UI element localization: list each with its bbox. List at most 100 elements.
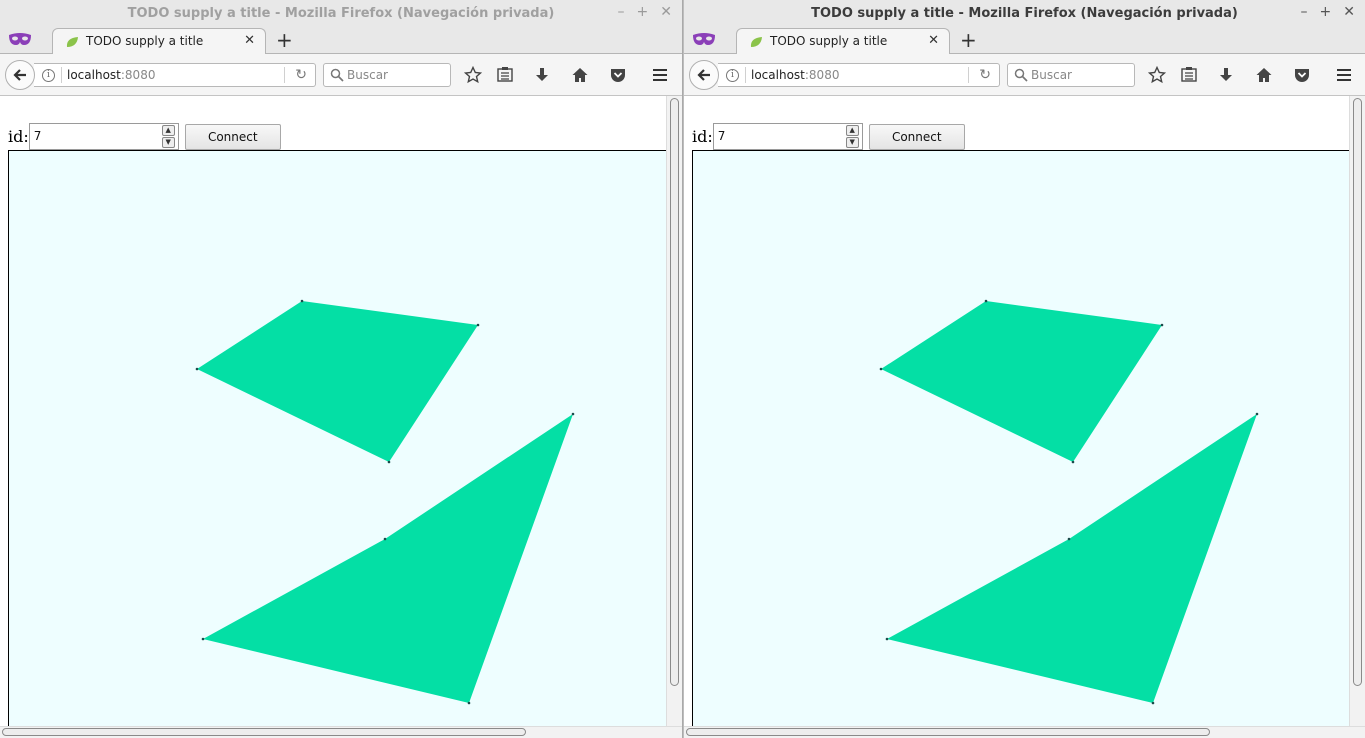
reload-separator bbox=[284, 67, 285, 83]
vertex-handle[interactable] bbox=[1255, 412, 1259, 416]
vertical-scrollbar[interactable] bbox=[666, 96, 682, 726]
close-icon[interactable]: ✕ bbox=[660, 4, 672, 20]
horizontal-scroll-thumb[interactable] bbox=[686, 728, 1210, 736]
quadrilateral-shape[interactable] bbox=[881, 301, 1162, 462]
pocket-icon[interactable] bbox=[1293, 66, 1311, 84]
id-number-input[interactable]: 7 ▲ ▼ bbox=[712, 123, 863, 150]
tab-close-icon[interactable]: ✕ bbox=[928, 33, 939, 48]
back-button[interactable] bbox=[689, 60, 719, 90]
shapes-svg bbox=[879, 299, 1259, 705]
bookmark-star-icon[interactable] bbox=[1148, 66, 1166, 84]
vertex-handle[interactable] bbox=[885, 637, 889, 641]
reload-icon[interactable]: ↻ bbox=[295, 67, 307, 83]
vertex-handle[interactable] bbox=[1160, 323, 1164, 327]
info-icon[interactable]: i bbox=[42, 69, 55, 82]
spin-down-icon[interactable]: ▼ bbox=[161, 137, 175, 148]
id-label: id: bbox=[8, 127, 29, 146]
spin-up-icon[interactable]: ▲ bbox=[845, 125, 859, 136]
connect-button[interactable]: Connect bbox=[868, 123, 965, 150]
url-bar[interactable]: i localhost:8080 ↻ bbox=[718, 63, 1000, 87]
connect-button[interactable]: Connect bbox=[184, 123, 281, 150]
url-host: localhost bbox=[751, 68, 805, 82]
drawing-canvas[interactable] bbox=[692, 150, 1352, 738]
vertical-scroll-thumb[interactable] bbox=[670, 98, 679, 686]
id-spinner: ▲ ▼ bbox=[845, 125, 859, 148]
tab-close-icon[interactable]: ✕ bbox=[244, 33, 255, 48]
search-bar[interactable]: Buscar bbox=[323, 63, 451, 87]
bookmarks-list-icon[interactable] bbox=[496, 66, 514, 84]
titlebar: TODO supply a title - Mozilla Firefox (N… bbox=[684, 0, 1365, 28]
search-placeholder: Buscar bbox=[1031, 68, 1072, 82]
tab-label: TODO supply a title bbox=[86, 34, 204, 48]
reload-separator bbox=[968, 67, 969, 83]
back-arrow-icon bbox=[697, 69, 710, 81]
vertex-handle[interactable] bbox=[383, 537, 387, 541]
url-separator bbox=[745, 67, 746, 83]
vertex-handle[interactable] bbox=[201, 637, 205, 641]
maximize-icon[interactable]: + bbox=[1320, 4, 1332, 20]
spin-up-icon[interactable]: ▲ bbox=[161, 125, 175, 136]
home-icon[interactable] bbox=[571, 66, 589, 84]
vertex-handle[interactable] bbox=[984, 299, 988, 303]
window-controls: – + ✕ bbox=[618, 4, 672, 20]
new-tab-button[interactable]: + bbox=[276, 30, 293, 50]
vertical-scroll-thumb[interactable] bbox=[1353, 98, 1362, 686]
pocket-icon[interactable] bbox=[609, 66, 627, 84]
download-icon[interactable] bbox=[533, 66, 551, 84]
back-button[interactable] bbox=[5, 60, 35, 90]
horizontal-scrollbar[interactable] bbox=[0, 726, 682, 738]
spin-down-icon[interactable]: ▼ bbox=[845, 137, 859, 148]
new-tab-button[interactable]: + bbox=[960, 30, 977, 50]
url-text: localhost:8080 bbox=[751, 68, 839, 82]
back-arrow-icon bbox=[13, 69, 26, 81]
search-icon bbox=[1014, 68, 1028, 82]
vertex-handle[interactable] bbox=[571, 412, 575, 416]
bookmark-star-icon[interactable] bbox=[464, 66, 482, 84]
browser-window-right: TODO supply a title - Mozilla Firefox (N… bbox=[683, 0, 1365, 738]
url-port: :8080 bbox=[804, 68, 840, 82]
home-icon[interactable] bbox=[1255, 66, 1273, 84]
quadrilateral-shape[interactable] bbox=[197, 301, 478, 462]
vertex-handle[interactable] bbox=[387, 460, 391, 464]
maximize-icon[interactable]: + bbox=[637, 4, 649, 20]
window-title: TODO supply a title - Mozilla Firefox (N… bbox=[811, 6, 1238, 21]
url-text: localhost:8080 bbox=[67, 68, 155, 82]
private-mask-icon bbox=[9, 33, 31, 45]
id-value: 7 bbox=[717, 129, 726, 143]
nav-bar: i localhost:8080 ↻ Buscar bbox=[0, 54, 682, 96]
window-title: TODO supply a title - Mozilla Firefox (N… bbox=[127, 6, 555, 21]
vertex-handle[interactable] bbox=[476, 323, 480, 327]
id-spinner: ▲ ▼ bbox=[161, 125, 175, 148]
menu-hamburger-icon[interactable] bbox=[1335, 66, 1353, 84]
vertex-handle[interactable] bbox=[1151, 701, 1155, 705]
vertex-handle[interactable] bbox=[195, 367, 199, 371]
vertex-handle[interactable] bbox=[1071, 460, 1075, 464]
bookmarks-list-icon[interactable] bbox=[1180, 66, 1198, 84]
drawing-canvas[interactable] bbox=[8, 150, 668, 738]
close-icon[interactable]: ✕ bbox=[1343, 4, 1355, 20]
minimize-icon[interactable]: – bbox=[1301, 4, 1308, 20]
search-bar[interactable]: Buscar bbox=[1007, 63, 1135, 87]
tab-active[interactable]: TODO supply a title ✕ bbox=[52, 28, 266, 55]
minimize-icon[interactable]: – bbox=[618, 4, 625, 20]
vertex-handle[interactable] bbox=[1067, 537, 1071, 541]
tab-bar: TODO supply a title ✕ + bbox=[0, 28, 682, 55]
url-host: localhost bbox=[67, 68, 121, 82]
search-placeholder: Buscar bbox=[347, 68, 388, 82]
reload-icon[interactable]: ↻ bbox=[979, 67, 991, 83]
vertical-scrollbar[interactable] bbox=[1349, 96, 1365, 726]
menu-hamburger-icon[interactable] bbox=[651, 66, 669, 84]
info-icon[interactable]: i bbox=[726, 69, 739, 82]
horizontal-scrollbar[interactable] bbox=[684, 726, 1365, 738]
leaf-favicon-icon bbox=[66, 37, 78, 47]
id-number-input[interactable]: 7 ▲ ▼ bbox=[28, 123, 179, 150]
vertex-handle[interactable] bbox=[467, 701, 471, 705]
url-bar[interactable]: i localhost:8080 ↻ bbox=[34, 63, 316, 87]
tab-active[interactable]: TODO supply a title ✕ bbox=[736, 28, 950, 55]
id-label: id: bbox=[692, 127, 713, 146]
horizontal-scroll-thumb[interactable] bbox=[2, 728, 526, 736]
download-icon[interactable] bbox=[1217, 66, 1235, 84]
vertex-handle[interactable] bbox=[300, 299, 304, 303]
vertex-handle[interactable] bbox=[879, 367, 883, 371]
browser-window-left: TODO supply a title - Mozilla Firefox (N… bbox=[0, 0, 683, 738]
